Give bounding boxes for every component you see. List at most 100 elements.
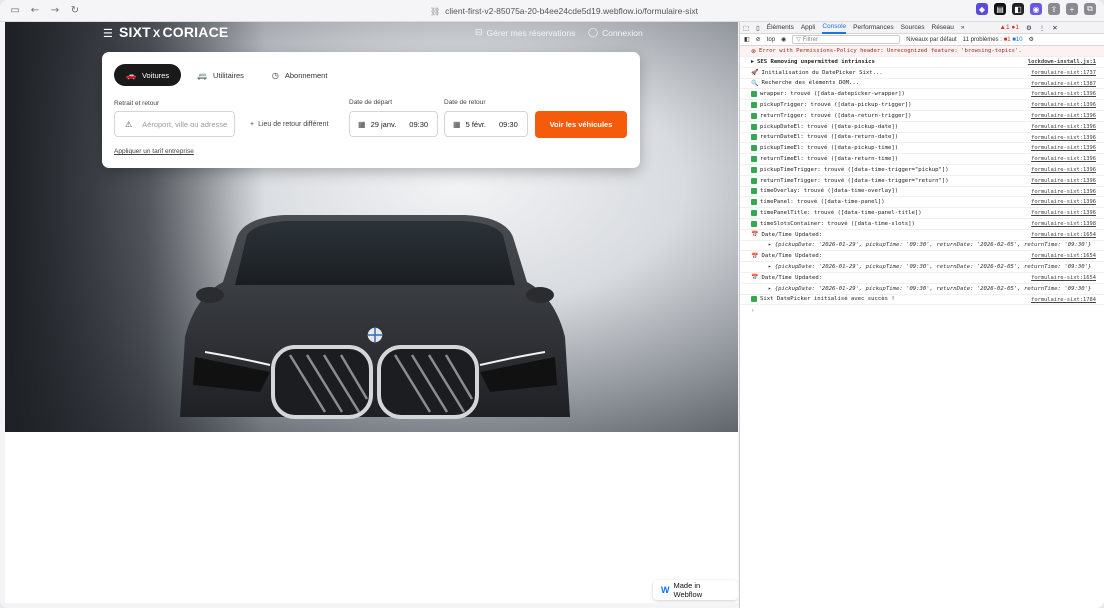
tabs-overview-icon[interactable]: ⧉: [1084, 3, 1096, 15]
console-row[interactable]: 📅 Date/Time Updated: formulaire-sixt:1654: [740, 273, 1104, 284]
console-row[interactable]: 🚀 Initialisation du DatePicker Sixt... for…: [740, 68, 1104, 79]
tab-cars[interactable]: 🚗 Voitures: [114, 64, 182, 86]
different-dropoff-toggle[interactable]: + Lieu de retour différent: [250, 121, 328, 128]
console-settings-icon[interactable]: ⚙: [1029, 36, 1034, 43]
console-row[interactable]: pickupTimeTrigger: trouvé ([data-time-tr…: [740, 165, 1104, 176]
corporate-rate-link[interactable]: Appliquer un tarif entreprise: [114, 148, 194, 155]
return-date-picker[interactable]: ▦ 5 févr. 09:30: [444, 111, 528, 137]
more-tabs-icon[interactable]: »: [961, 24, 965, 31]
console-filter-input[interactable]: ▽ Filtrer: [792, 35, 901, 44]
departure-date-picker[interactable]: ▦ 29 janv. 09:30: [349, 111, 438, 137]
clear-console-icon[interactable]: ⊘: [756, 36, 761, 43]
source-link[interactable]: lockdown-install.js:1: [1028, 59, 1096, 65]
source-link[interactable]: formulaire-sixt:1398: [1031, 221, 1096, 227]
login-link[interactable]: ◯ Connexion: [588, 27, 643, 38]
source-link[interactable]: formulaire-sixt:1396: [1031, 113, 1096, 119]
back-icon[interactable]: ←: [26, 3, 44, 19]
tab-network[interactable]: Réseau: [932, 24, 954, 31]
source-link[interactable]: formulaire-sixt:1396: [1031, 199, 1096, 205]
address-bar[interactable]: ⛓ client-first-v2-85075a-20-b4ee24cde5d1…: [430, 4, 698, 18]
tab-vans[interactable]: 🚐 Utilitaires: [185, 64, 256, 86]
console-row[interactable]: pickupDateEl: trouvé ([data-pickup-date]…: [740, 122, 1104, 133]
source-link[interactable]: formulaire-sixt:1396: [1031, 178, 1096, 184]
console-row[interactable]: 📅 Date/Time Updated: formulaire-sixt:1654: [740, 230, 1104, 241]
return-time[interactable]: 09:30: [499, 120, 518, 129]
device-toggle-icon[interactable]: ▯: [756, 24, 760, 32]
departure-time[interactable]: 09:30: [409, 120, 428, 129]
console-row[interactable]: ▸ {pickupDate: '2026-01-29', pickupTime:…: [740, 284, 1104, 295]
source-link[interactable]: formulaire-sixt:1387: [1031, 81, 1096, 87]
webflow-logo-icon: W: [661, 585, 670, 595]
calendar-icon: ▦: [453, 119, 461, 129]
more-options-icon[interactable]: ⋮: [1039, 24, 1046, 32]
tab-subscription[interactable]: ◷ Abonnement: [260, 64, 340, 86]
console-row[interactable]: timePanelTitle: trouvé ([data-time-panel…: [740, 208, 1104, 219]
console-row[interactable]: ▸ SES Removing unpermitted intrinsics lock…: [740, 57, 1104, 68]
checkmark-icon: [751, 134, 757, 141]
console-error-row[interactable]: ⊗ Error with Permissions-Policy header: U…: [740, 46, 1104, 57]
source-link[interactable]: formulaire-sixt:1396: [1031, 189, 1096, 195]
checkmark-icon: [751, 296, 757, 303]
search-vehicles-button[interactable]: Voir les véhicules: [535, 111, 627, 138]
console-row[interactable]: ▸ {pickupDate: '2026-01-29', pickupTime:…: [740, 241, 1104, 252]
manage-reservations-link[interactable]: ⊟ Gérer mes réservations: [475, 27, 575, 38]
site-logo[interactable]: SIXT X CORIACE: [119, 24, 228, 40]
console-row[interactable]: returnTimeEl: trouvé ([data-return-time]…: [740, 154, 1104, 165]
extension-icon[interactable]: ◉: [1030, 3, 1042, 15]
source-link[interactable]: formulaire-sixt:1737: [1031, 70, 1096, 76]
share-icon[interactable]: ⇪: [1048, 3, 1060, 15]
settings-icon[interactable]: ⚙: [1026, 24, 1032, 32]
console-row[interactable]: returnTimeTrigger: trouvé ([data-time-tr…: [740, 176, 1104, 187]
source-link[interactable]: formulaire-sixt:1396: [1031, 91, 1096, 97]
reload-icon[interactable]: ↻: [66, 3, 84, 19]
console-row[interactable]: returnTrigger: trouvé ([data-return-trig…: [740, 111, 1104, 122]
issues-button[interactable]: 11 problèmes : ■1 ■10: [963, 37, 1023, 43]
made-in-webflow-badge[interactable]: W Made in Webflow: [653, 580, 738, 600]
inspect-icon[interactable]: ⬚: [743, 24, 749, 32]
extension-icon[interactable]: ◧: [1012, 3, 1024, 15]
tab-performance[interactable]: Performances: [853, 24, 893, 31]
tab-sources[interactable]: Sources: [901, 24, 925, 31]
extension-icon[interactable]: ▤: [994, 3, 1006, 15]
context-select[interactable]: top: [767, 37, 775, 43]
console-row[interactable]: 📅 Date/Time Updated: formulaire-sixt:1654: [740, 251, 1104, 263]
tab-elements[interactable]: Éléments: [767, 24, 794, 31]
console-row[interactable]: wrapper: trouvé ([data-datepicker-wrappe…: [740, 89, 1104, 101]
console-row[interactable]: 🔍 Recherche des éléments DOM... formulaire…: [740, 79, 1104, 90]
console-row[interactable]: pickupTrigger: trouvé ([data-pickup-trig…: [740, 100, 1104, 111]
error-count-badge[interactable]: ▲1 ●1: [1000, 24, 1019, 31]
log-levels-dropdown[interactable]: Niveaux par défaut: [906, 37, 956, 43]
tab-console[interactable]: Console: [822, 22, 847, 34]
console-row[interactable]: timeOverlay: trouvé ([data-time-overlay]…: [740, 187, 1104, 198]
source-link[interactable]: formulaire-sixt:1396: [1031, 210, 1096, 216]
source-link[interactable]: formulaire-sixt:1396: [1031, 124, 1096, 130]
pickup-location-input[interactable]: ⚠ Aéroport, ville ou adresse: [114, 111, 235, 137]
eye-icon[interactable]: ◉: [781, 36, 786, 43]
source-link[interactable]: formulaire-sixt:1654: [1031, 232, 1096, 238]
source-link[interactable]: formulaire-sixt:1784: [1031, 297, 1096, 303]
menu-icon[interactable]: ☰: [103, 27, 113, 40]
tab-application[interactable]: Appli: [801, 24, 815, 31]
forward-icon[interactable]: →: [46, 3, 64, 19]
source-link[interactable]: formulaire-sixt:1396: [1031, 145, 1096, 151]
console-row[interactable]: ▸ {pickupDate: '2026-01-29', pickupTime:…: [740, 262, 1104, 273]
console-row[interactable]: timePanel: trouvé ([data-time-panel]) for…: [740, 197, 1104, 209]
console-row[interactable]: returnDateEl: trouvé ([data-return-date]…: [740, 133, 1104, 144]
source-link[interactable]: formulaire-sixt:1654: [1031, 253, 1096, 259]
close-icon[interactable]: ✕: [1052, 24, 1057, 32]
pickup-label: Retrait et retour: [114, 100, 160, 107]
console-row[interactable]: pickupTimeEl: trouvé ([data-pickup-time]…: [740, 143, 1104, 155]
console-row[interactable]: timeSlotsContainer: trouvé ([data-time-s…: [740, 219, 1104, 230]
source-link[interactable]: formulaire-sixt:1654: [1031, 275, 1096, 281]
console-row[interactable]: Sixt DatePicker initialisé avec succès !…: [740, 295, 1104, 306]
sidebar-icon[interactable]: ◧: [744, 36, 750, 43]
extension-icon[interactable]: ◆: [976, 3, 988, 15]
site-info-icon[interactable]: ⛓: [430, 7, 440, 16]
sidebar-toggle-icon[interactable]: ▭: [6, 3, 24, 19]
source-link[interactable]: formulaire-sixt:1396: [1031, 167, 1096, 173]
source-link[interactable]: formulaire-sixt:1396: [1031, 135, 1096, 141]
console-prompt-input[interactable]: ›: [740, 305, 1104, 316]
source-link[interactable]: formulaire-sixt:1396: [1031, 102, 1096, 108]
source-link[interactable]: formulaire-sixt:1396: [1031, 156, 1096, 162]
new-tab-icon[interactable]: +: [1066, 3, 1078, 15]
